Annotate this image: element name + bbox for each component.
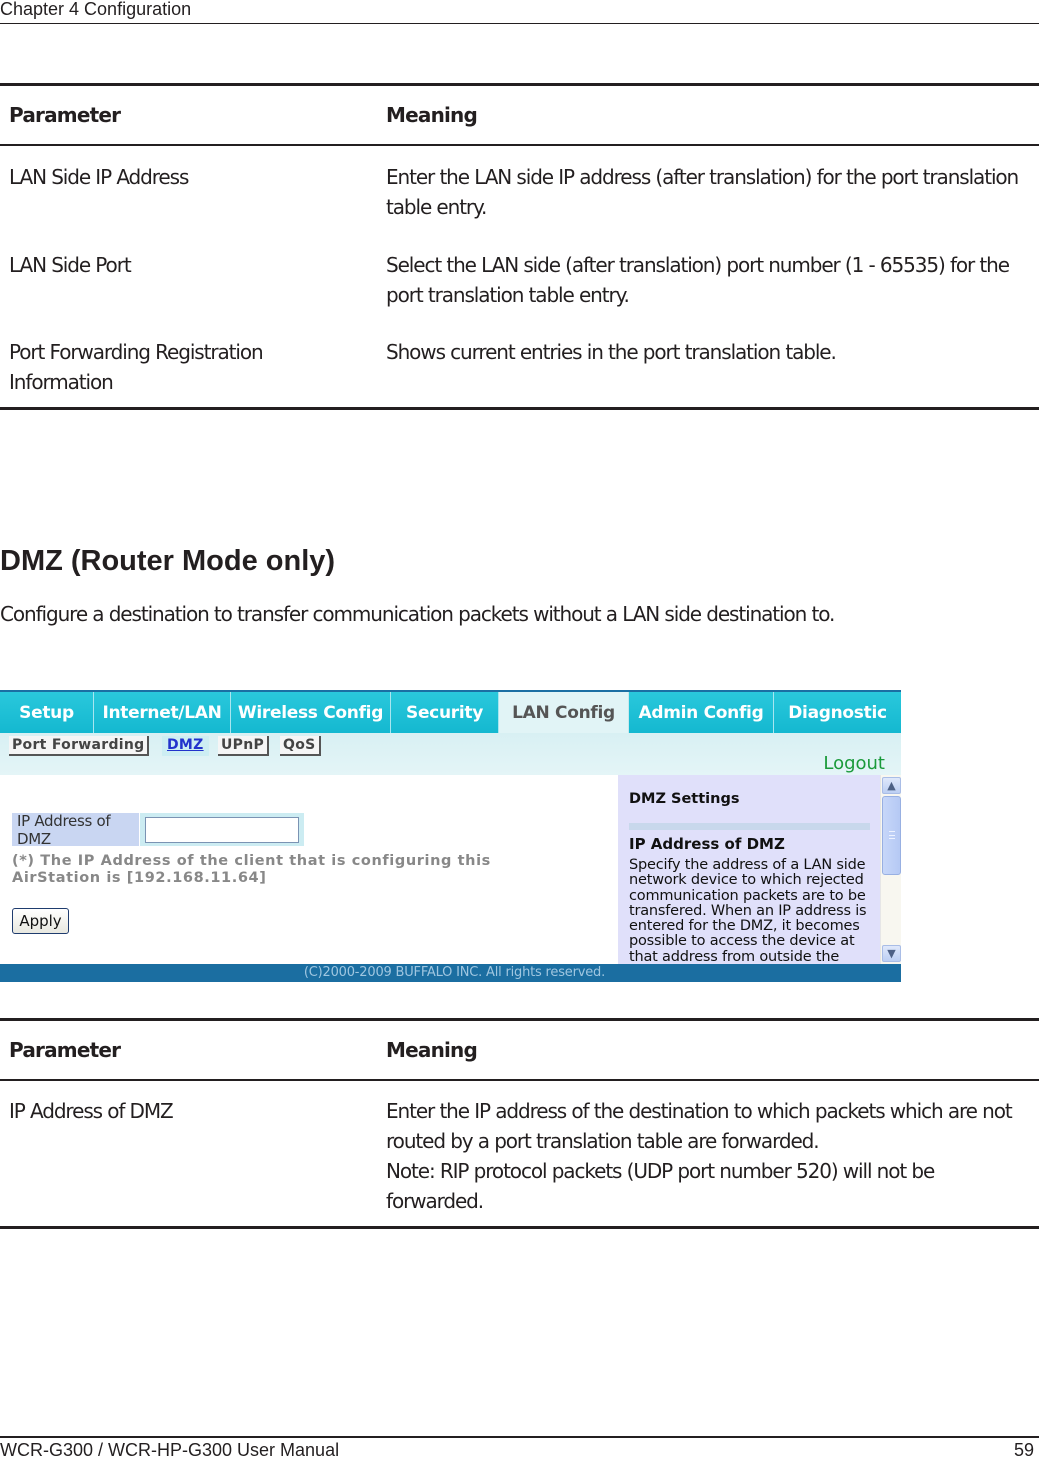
router-copyright: (C)2000-2009 BUFFALO INC. All rights res… xyxy=(0,964,901,982)
table-header: Parameter Meaning xyxy=(0,1021,1039,1079)
help-title: DMZ Settings xyxy=(629,791,740,807)
tab-lan-config[interactable]: LAN Config xyxy=(499,692,629,733)
table-row: Port Forwarding Registration Information… xyxy=(0,337,1039,407)
row-meaning-text: Enter the IP address of the destination … xyxy=(386,1099,1013,1153)
client-ip-note: (*) The IP Address of the client that is… xyxy=(12,853,491,886)
tab-wireless-config[interactable]: Wireless Config xyxy=(231,692,391,733)
subtab-port-forwarding[interactable]: Port Forwarding xyxy=(9,736,150,756)
row-parameter: LAN Side Port xyxy=(9,253,132,277)
scroll-down-arrow-icon[interactable]: ▼ xyxy=(882,945,901,962)
row-meaning: Select the LAN side (after translation) … xyxy=(386,253,1010,307)
router-ui-screenshot: Setup Internet/LAN Wireless Config Secur… xyxy=(0,690,901,982)
tab-security[interactable]: Security xyxy=(391,692,499,733)
page-footer: WCR-G300 / WCR-HP-G300 User Manual 59 xyxy=(0,1436,1039,1459)
chapter-title: Chapter 4 Configuration xyxy=(0,0,192,19)
tab-admin-config[interactable]: Admin Config xyxy=(629,692,774,733)
help-scrollbar[interactable]: ▲ ▼ xyxy=(880,775,901,964)
page-number: 59 xyxy=(1013,1440,1034,1459)
help-panel: DMZ Settings IP Address of DMZ Specify t… xyxy=(618,775,880,964)
subtab-dmz[interactable]: DMZ xyxy=(162,736,209,756)
chapter-header: Chapter 4 Configuration xyxy=(0,0,1039,24)
tab-internet-lan[interactable]: Internet/LAN xyxy=(94,692,231,733)
row-parameter: Port Forwarding Registration Information xyxy=(9,340,264,394)
row-meaning-note: Note: RIP protocol packets (UDP port num… xyxy=(386,1159,935,1213)
subtab-upnp[interactable]: UPnP xyxy=(218,736,270,756)
header-parameter: Parameter xyxy=(9,1038,121,1062)
main-tabs: Setup Internet/LAN Wireless Config Secur… xyxy=(0,692,901,733)
section-description: Configure a destination to transfer comm… xyxy=(0,602,835,626)
header-meaning: Meaning xyxy=(386,1038,478,1062)
scroll-thumb[interactable] xyxy=(882,796,901,875)
dmz-ip-input[interactable] xyxy=(145,817,299,843)
section-title: DMZ (Router Mode only) xyxy=(0,545,336,577)
table-bottom-rule xyxy=(0,1226,1039,1229)
table-row: LAN Side Port Select the LAN side (after… xyxy=(0,250,1039,337)
row-parameter: LAN Side IP Address xyxy=(9,165,189,189)
row-meaning: Shows current entries in the port transl… xyxy=(386,340,837,364)
scroll-up-arrow-icon[interactable]: ▲ xyxy=(882,777,901,794)
tab-setup[interactable]: Setup xyxy=(0,692,94,733)
table-header: Parameter Meaning xyxy=(0,86,1039,144)
dmz-form: IP Address of DMZ (*) The IP Address of … xyxy=(0,775,618,964)
help-body: Specify the address of a LAN side networ… xyxy=(629,857,867,964)
row-meaning: Enter the IP address of the destination … xyxy=(386,1096,1026,1216)
ip-address-label: IP Address of DMZ xyxy=(12,812,139,848)
grip-icon xyxy=(889,831,895,839)
table-row: IP Address of DMZ Enter the IP address o… xyxy=(0,1096,1039,1226)
header-meaning: Meaning xyxy=(386,103,478,127)
table-header-rule xyxy=(0,144,1039,146)
row-meaning: Enter the LAN side IP address (after tra… xyxy=(386,165,1019,219)
apply-button[interactable]: Apply xyxy=(12,908,69,934)
manual-title: WCR-G300 / WCR-HP-G300 User Manual xyxy=(0,1440,340,1459)
parameter-table-port-forwarding: Parameter Meaning LAN Side IP Address En… xyxy=(0,83,1039,410)
help-subtitle: IP Address of DMZ xyxy=(629,835,785,853)
table-bottom-rule xyxy=(0,407,1039,410)
logout-link[interactable]: Logout xyxy=(823,753,885,774)
subtab-qos[interactable]: QoS xyxy=(280,736,321,756)
tab-diagnostic[interactable]: Diagnostic xyxy=(774,692,901,733)
help-divider xyxy=(629,823,870,830)
row-parameter: IP Address of DMZ xyxy=(9,1099,174,1123)
header-parameter: Parameter xyxy=(9,103,121,127)
table-row: LAN Side IP Address Enter the LAN side I… xyxy=(0,162,1039,250)
table-header-rule xyxy=(0,1079,1039,1081)
sub-navigation: Port Forwarding DMZ UPnP QoS xyxy=(0,733,901,775)
parameter-table-dmz: Parameter Meaning IP Address of DMZ Ente… xyxy=(0,1018,1039,1229)
